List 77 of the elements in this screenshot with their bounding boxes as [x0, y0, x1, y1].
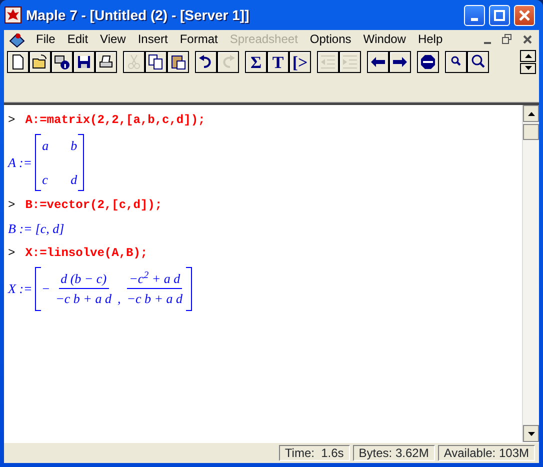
menu-item[interactable]: Options [304, 31, 358, 47]
scroll-thumb[interactable] [523, 124, 539, 140]
magnifier-icon [470, 54, 486, 70]
toolbar-button[interactable] [445, 51, 467, 73]
maximize-button[interactable] [489, 4, 510, 26]
toolbar-button[interactable] [51, 51, 73, 73]
toolbar-button[interactable] [145, 51, 167, 73]
math-label: B := [8, 220, 32, 238]
status-field: Time: 1.6s [278, 445, 350, 461]
minimize-button[interactable] [464, 4, 485, 26]
menu-item[interactable]: File [30, 31, 62, 47]
stop-sign-icon [420, 54, 436, 70]
denominator: −c b + a d [54, 290, 112, 308]
numerator: −c$^{2}$ + a d [127, 268, 182, 289]
minus-sign: − [42, 280, 50, 298]
toolbar-button[interactable] [167, 51, 189, 73]
input-command[interactable]: B:=vector(2,[c,d]); [25, 196, 162, 214]
folder-icon [32, 54, 48, 70]
numerator: d (b − c) [58, 268, 109, 289]
toolbar-button[interactable]: [> [289, 51, 311, 73]
close-button[interactable] [514, 4, 535, 26]
status-field: Available: 103M [438, 445, 535, 461]
matrix-entry: d [70, 170, 78, 188]
status-field: Bytes: 3.62M [352, 445, 435, 461]
info-icon [54, 54, 70, 70]
menu-item[interactable]: Insert [132, 31, 174, 47]
matrix-entry: c [42, 170, 49, 188]
minimize-icon [484, 42, 490, 44]
matrix-entry: b [70, 137, 78, 155]
math-label: X := [8, 280, 32, 298]
new-file-icon [10, 54, 26, 70]
window-title: Maple 7 - [Untitled (2) - [Server 1]] [26, 6, 250, 25]
math-label: A := [8, 154, 32, 172]
scroll-up-icon[interactable] [528, 112, 534, 116]
close-icon [522, 34, 532, 44]
toolbar-button[interactable] [7, 51, 29, 73]
toolbar-button[interactable] [95, 51, 117, 73]
right-arrow-icon [392, 54, 408, 70]
printer-icon [98, 54, 114, 70]
menu-item[interactable]: Format [174, 31, 224, 47]
menu-item[interactable]: Help [412, 31, 449, 47]
denominator: −c b + a d [126, 290, 184, 308]
toolbar-button[interactable] [417, 51, 439, 73]
math-result: [c, d] [35, 220, 64, 238]
maximize-icon [494, 10, 505, 20]
toolbar-button[interactable]: T [267, 51, 289, 73]
scroll-down-icon[interactable] [528, 432, 534, 436]
input-command[interactable]: X:=linsolve(A,B); [25, 244, 148, 262]
indent-icon [342, 54, 358, 70]
prompt-symbol: > [8, 112, 16, 129]
prompt-symbol: > [8, 197, 16, 214]
restore-icon [502, 34, 512, 44]
scissors-icon [126, 54, 142, 70]
minimize-icon [471, 18, 478, 20]
toolbar-button[interactable] [467, 51, 489, 73]
vertical-scrollbar[interactable] [522, 105, 539, 442]
menu-item[interactable]: Window [357, 31, 412, 47]
menu-item[interactable]: View [94, 31, 132, 47]
outdent-icon [320, 54, 336, 70]
separator: , [117, 290, 121, 308]
toolbar-button[interactable] [389, 51, 411, 73]
toolbar-button[interactable] [367, 51, 389, 73]
toolbar-button[interactable]: Σ [245, 51, 267, 73]
toolbar-button[interactable] [73, 51, 95, 73]
clipboard-icon [170, 54, 186, 70]
copy-icon [148, 54, 164, 70]
toolbar-button[interactable] [29, 51, 51, 73]
matrix-entry: a [42, 137, 49, 155]
input-command[interactable]: A:=matrix(2,2,[a,b,c,d]); [25, 111, 206, 129]
scroll-down-icon[interactable] [524, 66, 532, 70]
scroll-up-icon[interactable] [524, 54, 532, 58]
toolbar-button[interactable] [195, 51, 217, 73]
close-icon [519, 10, 530, 20]
prompt-symbol: > [8, 244, 16, 262]
menu-item[interactable]: Edit [61, 31, 94, 47]
document-icon[interactable] [8, 30, 26, 48]
app-logo-icon [4, 6, 22, 24]
